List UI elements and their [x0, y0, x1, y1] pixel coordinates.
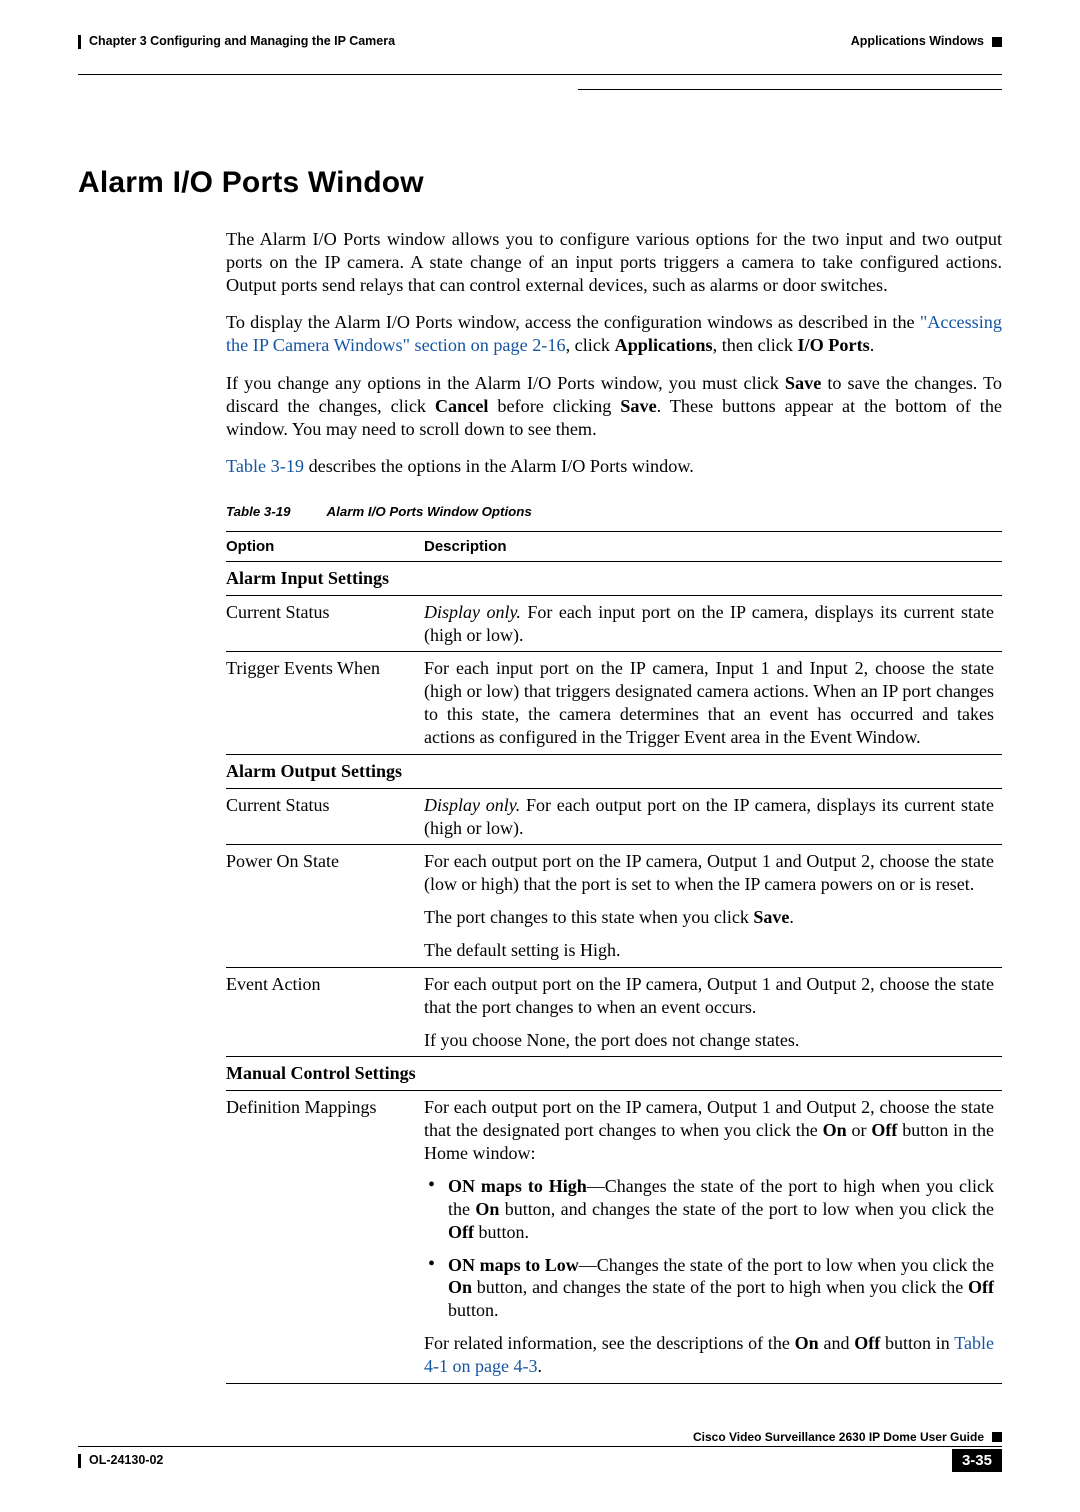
table-caption: Table 3-19 Alarm I/O Ports Window Option… — [226, 504, 1002, 521]
intro-paragraph-3: If you change any options in the Alarm I… — [226, 372, 1002, 441]
display-only: Display only. — [424, 795, 520, 815]
desc: For each output port on the IP camera, O… — [424, 1091, 1002, 1383]
header-square-icon — [992, 37, 1002, 47]
section-alarm-input: Alarm Input Settings — [226, 561, 1002, 595]
table-row: Power On State For each output port on t… — [226, 845, 1002, 967]
text: For each output port on the IP camera, O… — [424, 850, 994, 896]
text: and — [819, 1333, 855, 1353]
intro-paragraph-4: Table 3-19 describes the options in the … — [226, 455, 1002, 478]
footer-left: OL-24130-02 — [78, 1453, 163, 1469]
text: button. — [448, 1300, 499, 1320]
text: The default setting is High. — [424, 939, 994, 962]
text: If you choose None, the port does not ch… — [424, 1029, 994, 1052]
col-description: Description — [424, 531, 1002, 561]
desc: Display only. For each output port on th… — [424, 788, 1002, 845]
text: For each output port on the IP camera, O… — [424, 973, 994, 1019]
bold-save-2: Save — [620, 396, 656, 416]
bold-off: Off — [854, 1333, 880, 1353]
text: button. — [474, 1222, 529, 1242]
col-option: Option — [226, 531, 424, 561]
option-power-on-state: Power On State — [226, 845, 424, 967]
text: button in — [880, 1333, 954, 1353]
table-number: Table 3-19 — [226, 504, 291, 521]
display-only: Display only. — [424, 602, 521, 622]
section-manual-control: Manual Control Settings — [226, 1057, 1002, 1091]
list-item: ON maps to High—Changes the state of the… — [424, 1175, 994, 1244]
table-row: Definition Mappings For each output port… — [226, 1091, 1002, 1383]
footer-square-icon — [992, 1432, 1002, 1442]
page-footer: Cisco Video Surveillance 2630 IP Dome Us… — [78, 1430, 1002, 1472]
doc-title: Cisco Video Surveillance 2630 IP Dome Us… — [693, 1430, 984, 1445]
bold-cancel: Cancel — [435, 396, 489, 416]
option-event-action: Event Action — [226, 967, 424, 1057]
option-current-status: Current Status — [226, 595, 424, 652]
page-title: Alarm I/O Ports Window — [78, 164, 1002, 202]
intro-paragraph-2: To display the Alarm I/O Ports window, a… — [226, 311, 1002, 357]
bold-on: On — [448, 1277, 472, 1297]
header-right: Applications Windows — [851, 34, 1002, 50]
bold-on: On — [795, 1333, 819, 1353]
table-title: Alarm I/O Ports Window Options — [327, 504, 532, 521]
table-row: Trigger Events When For each input port … — [226, 652, 1002, 754]
intro-paragraph-1: The Alarm I/O Ports window allows you to… — [226, 228, 1002, 297]
text: To display the Alarm I/O Ports window, a… — [226, 312, 920, 332]
footer-title-row: Cisco Video Surveillance 2630 IP Dome Us… — [78, 1430, 1002, 1445]
desc: Display only. For each input port on the… — [424, 595, 1002, 652]
desc: For each input port on the IP camera, In… — [424, 652, 1002, 754]
table-row: Current Status Display only. For each ou… — [226, 788, 1002, 845]
text: For each output port on the IP camera, O… — [424, 1096, 994, 1165]
link-table-3-19[interactable]: Table 3-19 — [226, 456, 304, 476]
bold-io-ports: I/O Ports — [797, 335, 869, 355]
option-trigger-events: Trigger Events When — [226, 652, 424, 754]
page-number-badge: 3-35 — [952, 1449, 1002, 1472]
bold-on-high: ON maps to High — [448, 1176, 587, 1196]
footer-bar-icon — [78, 1454, 81, 1468]
text: The port changes to this state when you … — [424, 907, 753, 927]
text: , click — [566, 335, 615, 355]
option-current-status-2: Current Status — [226, 788, 424, 845]
bold-on: On — [823, 1120, 847, 1140]
text: before clicking — [488, 396, 620, 416]
table-row: Current Status Display only. For each in… — [226, 595, 1002, 652]
bold-off: Off — [968, 1277, 994, 1297]
text: For related information, see the descrip… — [424, 1332, 994, 1378]
option-definition-mappings: Definition Mappings — [226, 1091, 424, 1383]
list-item: ON maps to Low—Changes the state of the … — [424, 1254, 994, 1323]
desc: For each output port on the IP camera, O… — [424, 845, 1002, 967]
text: or — [847, 1120, 872, 1140]
text: button, and changes the state of the por… — [472, 1277, 968, 1297]
doc-id: OL-24130-02 — [89, 1453, 163, 1469]
bold-on-low: ON maps to Low — [448, 1255, 579, 1275]
bold-save: Save — [753, 907, 789, 927]
bold-off: Off — [448, 1222, 474, 1242]
text: button, and changes the state of the por… — [499, 1199, 994, 1219]
options-table: Option Description Alarm Input Settings … — [226, 531, 1002, 1384]
table-row: Event Action For each output port on the… — [226, 967, 1002, 1057]
text: . — [789, 907, 794, 927]
text: describes the options in the Alarm I/O P… — [304, 456, 694, 476]
desc: For each output port on the IP camera, O… — [424, 967, 1002, 1057]
text: For related information, see the descrip… — [424, 1333, 795, 1353]
bold-applications: Applications — [615, 335, 713, 355]
bold-on: On — [475, 1199, 499, 1219]
text: . — [537, 1356, 542, 1376]
chapter-label: Chapter 3 Configuring and Managing the I… — [89, 34, 395, 50]
text: If you change any options in the Alarm I… — [226, 373, 785, 393]
text: , then click — [713, 335, 798, 355]
header-left: Chapter 3 Configuring and Managing the I… — [78, 34, 395, 50]
footer-bottom-row: OL-24130-02 3-35 — [78, 1449, 1002, 1472]
bullet-list: ON maps to High —Changes the state of the… — [424, 1175, 994, 1322]
text: The port changes to this state when you … — [424, 906, 994, 929]
text: —Changes the state of the port to low wh… — [579, 1255, 994, 1275]
bold-off: Off — [871, 1120, 897, 1140]
section-label: Applications Windows — [851, 34, 984, 50]
section-alarm-output: Alarm Output Settings — [226, 754, 1002, 788]
page-header: Chapter 3 Configuring and Managing the I… — [78, 34, 1002, 50]
header-bar-icon — [78, 35, 81, 49]
bold-save: Save — [785, 373, 821, 393]
text: . — [870, 335, 875, 355]
